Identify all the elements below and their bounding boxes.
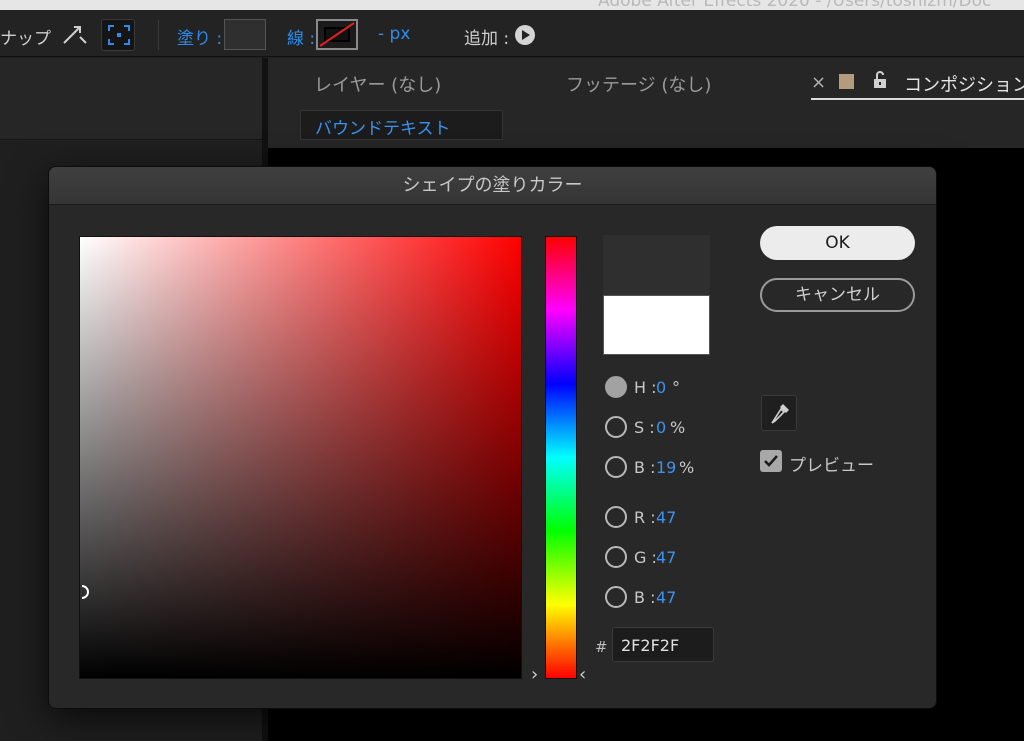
dialog-title[interactable]: シェイプの塗りカラー [49,167,936,205]
tab-layer[interactable]: レイヤー (なし) [314,71,441,97]
snap-frame-toggle[interactable] [101,19,135,51]
fill-color-swatch[interactable] [224,19,266,50]
hue-slider-right-arrow[interactable]: ‹ [579,665,586,685]
saturation-radio[interactable] [605,416,627,438]
hue-label: H : [634,378,657,397]
preview-label[interactable]: プレビュー [789,451,874,476]
blue-radio[interactable] [605,586,627,608]
saturation-brightness-field[interactable] [79,236,522,679]
saturation-label: S : [634,418,655,437]
tab-composition[interactable]: コンポジション [904,71,1024,97]
hue-slider-left-arrow[interactable]: › [531,665,538,685]
close-icon[interactable]: × [811,72,826,93]
add-label: 追加 : [464,29,510,49]
hue-unit: ° [672,378,680,397]
preview-checkbox[interactable] [760,450,782,472]
bound-text-button[interactable]: バウンドテキスト [300,110,503,140]
brightness-value[interactable]: 19 [656,458,676,477]
green-value[interactable]: 47 [656,548,676,567]
stroke-label[interactable]: 線 : [287,24,315,49]
composition-color-label [839,74,854,89]
green-radio[interactable] [605,546,627,568]
tab-footage[interactable]: フッテージ (なし) [566,71,711,97]
fill-color-dialog: シェイプの塗りカラー › ‹ H : 0 ° S : 0 % B : 19 % … [49,167,936,708]
new-color-swatch [603,295,710,355]
red-label: R : [634,508,656,527]
frame-icon [108,25,130,45]
saturation-value[interactable]: 0 [656,418,666,437]
brightness-unit: % [679,458,695,477]
eyedropper-button[interactable] [761,395,797,431]
snap-icon[interactable] [60,23,90,47]
checkmark-icon [764,455,778,467]
stroke-color-swatch[interactable] [316,19,358,50]
cancel-button[interactable]: キャンセル [760,278,915,312]
brightness-radio[interactable] [605,456,627,478]
brightness-label: B : [634,458,656,477]
window-title-bar: Adobe After Effects 2020 - /Users/toshiz… [0,0,1024,10]
current-color-swatch [603,235,710,295]
unlock-icon[interactable] [872,71,888,89]
hue-radio[interactable] [605,376,627,398]
red-value[interactable]: 47 [656,508,676,527]
hex-prefix: # [595,638,608,656]
hue-slider[interactable] [545,236,577,679]
window-title: Adobe After Effects 2020 - /Users/toshiz… [598,0,992,10]
fill-label[interactable]: 塗り : [177,24,222,49]
no-stroke-icon [319,22,355,47]
hex-input[interactable]: 2F2F2F [612,627,714,662]
blue-value[interactable]: 47 [656,588,676,607]
blue-label: B : [634,588,656,607]
add-menu-icon[interactable] [515,25,535,45]
toolbar-divider [158,20,159,50]
eyedropper-icon [771,404,789,424]
red-radio[interactable] [605,506,627,528]
snap-label: ナップ [0,29,51,49]
active-tab-indicator [811,98,1024,100]
hue-value[interactable]: 0 [656,378,666,397]
stroke-width-value[interactable]: - px [378,24,410,44]
toolbar: ナップ 塗り : 線 : - px 追加 : [0,10,1024,57]
ok-button[interactable]: OK [760,226,915,260]
green-label: G : [634,548,657,567]
color-cursor[interactable] [82,585,89,599]
saturation-unit: % [670,418,686,437]
